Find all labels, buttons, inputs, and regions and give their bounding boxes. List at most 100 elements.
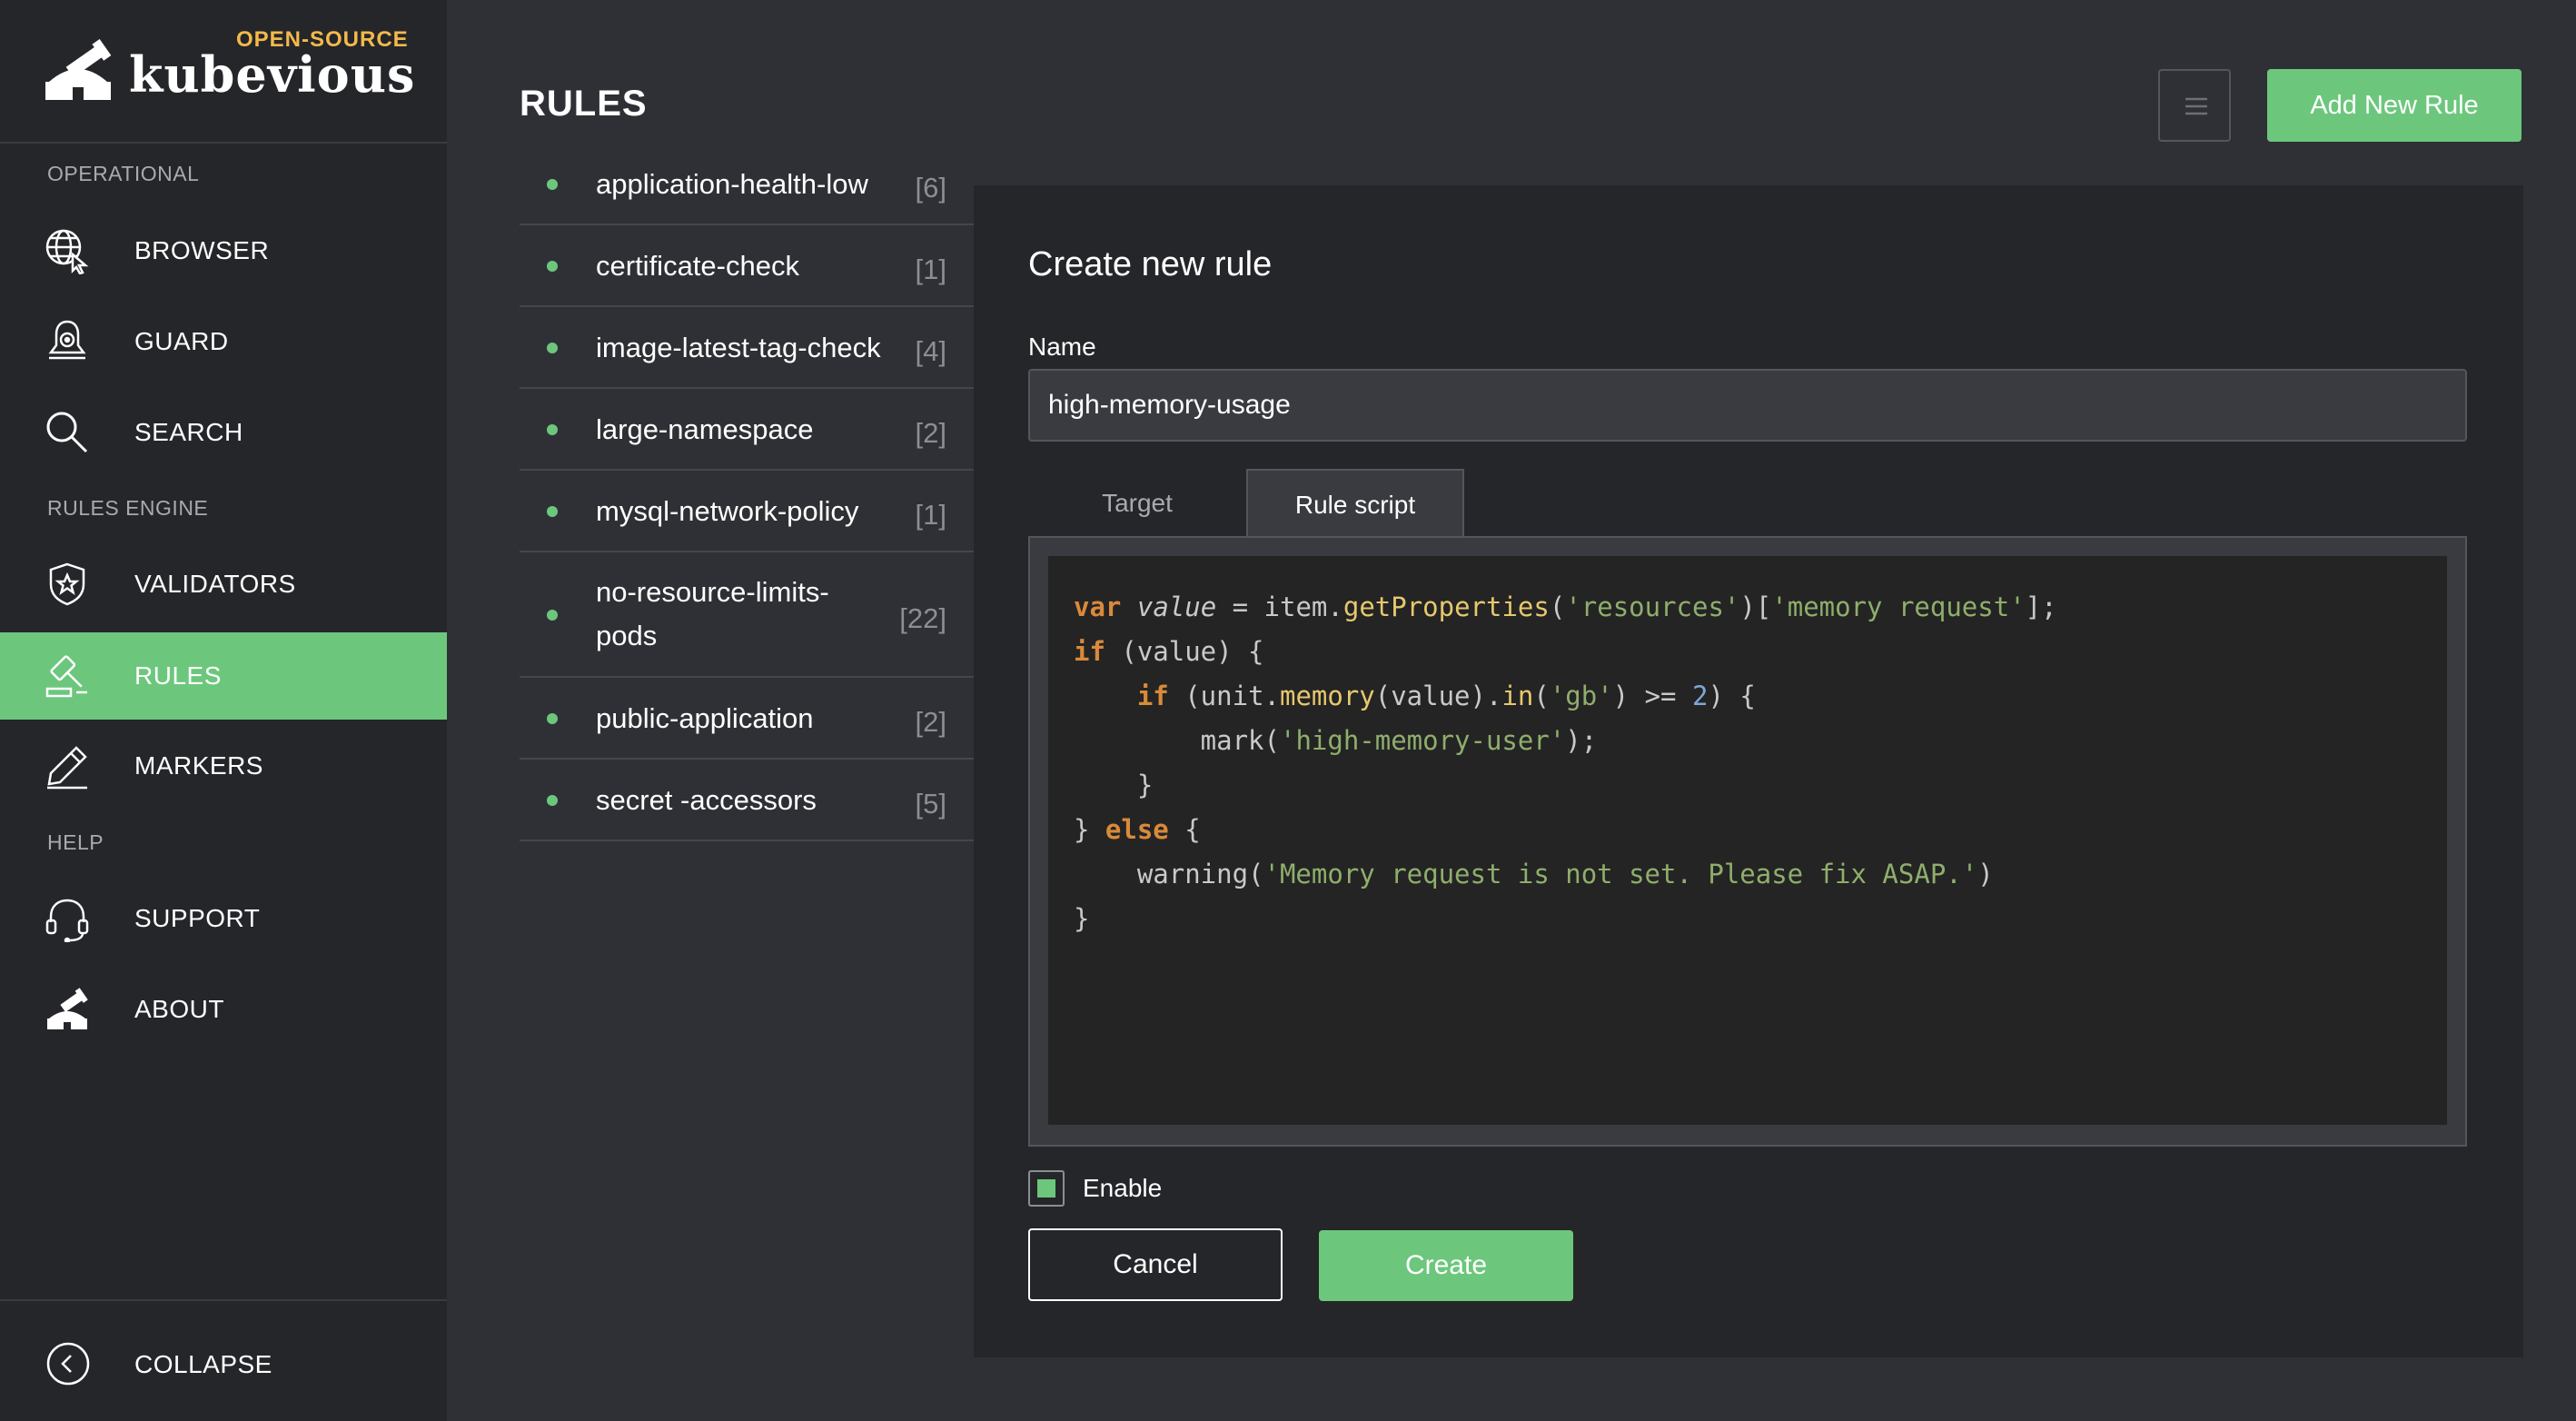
code-token: } [1074, 814, 1105, 845]
list-item[interactable]: no-resource-limits- pods [22] [520, 552, 974, 678]
code-token: warning( [1074, 859, 1264, 889]
name-input[interactable] [1028, 369, 2467, 442]
checkbox-checked-mark [1037, 1179, 1055, 1197]
code-editor[interactable]: var value = item.getProperties('resource… [1048, 556, 2447, 1125]
sidebar-item-label: BROWSER [134, 236, 270, 264]
sidebar-item-rules[interactable]: RULES [0, 632, 447, 720]
sidebar-item-label: RULES [134, 661, 222, 690]
list-item[interactable]: public-application [2] [520, 678, 974, 760]
tab-target[interactable]: Target [1028, 469, 1246, 538]
code-token: 'gb' [1549, 681, 1613, 711]
code-token: ); [1565, 725, 1598, 756]
code-token: = item. [1216, 591, 1343, 622]
sidebar-item-markers[interactable]: MARKERS [0, 722, 447, 810]
list-item[interactable]: certificate-check [1] [520, 225, 974, 307]
code-token: getProperties [1342, 591, 1550, 622]
sidebar-item-about[interactable]: ABOUT [0, 966, 447, 1053]
telescope-icon [47, 988, 88, 1029]
status-dot [547, 610, 558, 621]
rule-count: [22] [899, 602, 946, 634]
sidebar-item-label: GUARD [134, 327, 229, 355]
rule-list: application-health-low [6] certificate-c… [520, 144, 974, 841]
hamburger-icon [2185, 97, 2207, 115]
section-help: HELP [47, 830, 104, 854]
rule-count: [1] [915, 499, 946, 531]
code-token: { [1168, 814, 1201, 845]
status-dot [547, 179, 558, 190]
code-token: ) { [1708, 681, 1756, 711]
rule-name: public-application [596, 702, 814, 734]
code-token: } [1074, 770, 1154, 800]
code-token: 'memory request' [1771, 591, 2026, 622]
code-line: if (value) { [1074, 630, 2422, 674]
globe-cursor-icon [45, 229, 89, 274]
search-icon [46, 412, 88, 453]
code-line: if (unit.memory(value).in('gb') >= 2) { [1074, 674, 2422, 719]
code-token: (value) { [1105, 636, 1264, 667]
code-token: 'resources' [1565, 591, 1740, 622]
add-new-rule-button[interactable]: Add New Rule [2267, 69, 2522, 142]
code-token: 'Memory request is not set. Please fix A… [1263, 859, 1978, 889]
code-token: if [1136, 681, 1169, 711]
rule-count: [4] [915, 335, 946, 367]
code-token: memory [1279, 681, 1375, 711]
code-line: warning('Memory request is not set. Plea… [1074, 852, 2422, 897]
rule-count: [1] [915, 253, 946, 285]
enable-label: Enable [1083, 1174, 1163, 1202]
code-token: } [1074, 903, 1090, 934]
telescope-logo-icon [45, 38, 112, 100]
list-item[interactable]: mysql-network-policy [1] [520, 471, 974, 552]
list-item[interactable]: application-health-low [6] [520, 144, 974, 225]
code-token: value [1136, 591, 1217, 622]
rule-name: certificate-check [596, 250, 799, 282]
code-token: in [1501, 681, 1534, 711]
sidebar-item-browser[interactable]: BROWSER [0, 207, 447, 294]
sidebar-item-support[interactable]: SUPPORT [0, 875, 447, 962]
rule-name: secret -accessors [596, 784, 817, 816]
code-line: mark('high-memory-user'); [1074, 719, 2422, 763]
create-button[interactable]: Create [1319, 1230, 1573, 1301]
status-dot [547, 424, 558, 435]
tab-rule-script[interactable]: Rule script [1246, 469, 1464, 538]
shield-bell-icon [48, 320, 86, 360]
sidebar-item-search[interactable]: SEARCH [0, 389, 447, 476]
enable-checkbox[interactable] [1028, 1170, 1065, 1207]
code-token: ) >= [1612, 681, 1692, 711]
rule-count: [6] [915, 172, 946, 204]
sidebar-item-label: SEARCH [134, 418, 243, 446]
page-title: RULES [520, 84, 648, 124]
list-item[interactable]: image-latest-tag-check [4] [520, 307, 974, 389]
pen-icon [47, 746, 87, 790]
sidebar-item-validators[interactable]: VALIDATORS [0, 541, 447, 628]
sidebar-item-label: SUPPORT [134, 904, 261, 932]
list-item[interactable]: large-namespace [2] [520, 389, 974, 471]
brand-logo[interactable]: OPEN-SOURCE kubevious [0, 0, 447, 144]
status-dot [547, 343, 558, 353]
rule-name: image-latest-tag-check [596, 332, 881, 363]
create-rule-panel: Create new rule Name Target Rule script … [974, 185, 2523, 1357]
rule-count: [5] [915, 788, 946, 820]
section-rules-engine: RULES ENGINE [47, 496, 209, 520]
code-token: (unit. [1168, 681, 1280, 711]
name-label: Name [1028, 333, 1096, 361]
code-token: 'high-memory-user' [1279, 725, 1566, 756]
code-token: ) [1977, 859, 1994, 889]
cancel-button[interactable]: Cancel [1028, 1228, 1283, 1301]
menu-button[interactable] [2158, 69, 2231, 142]
headset-icon [45, 899, 89, 942]
sidebar-item-label: MARKERS [134, 751, 263, 780]
list-item[interactable]: secret -accessors [5] [520, 760, 974, 841]
status-dot [547, 795, 558, 806]
collapse-button[interactable]: COLLAPSE [0, 1299, 447, 1421]
code-token: (value). [1374, 681, 1502, 711]
chevron-left-circle-icon [46, 1342, 90, 1386]
sidebar-item-label: ABOUT [134, 995, 224, 1023]
section-operational: OPERATIONAL [47, 162, 200, 185]
gavel-icon [45, 655, 87, 698]
sidebar-item-guard[interactable]: GUARD [0, 298, 447, 385]
code-line: } [1074, 763, 2422, 808]
code-token: var [1074, 591, 1122, 622]
panel-title: Create new rule [1028, 245, 1273, 283]
code-token: if [1074, 636, 1105, 667]
